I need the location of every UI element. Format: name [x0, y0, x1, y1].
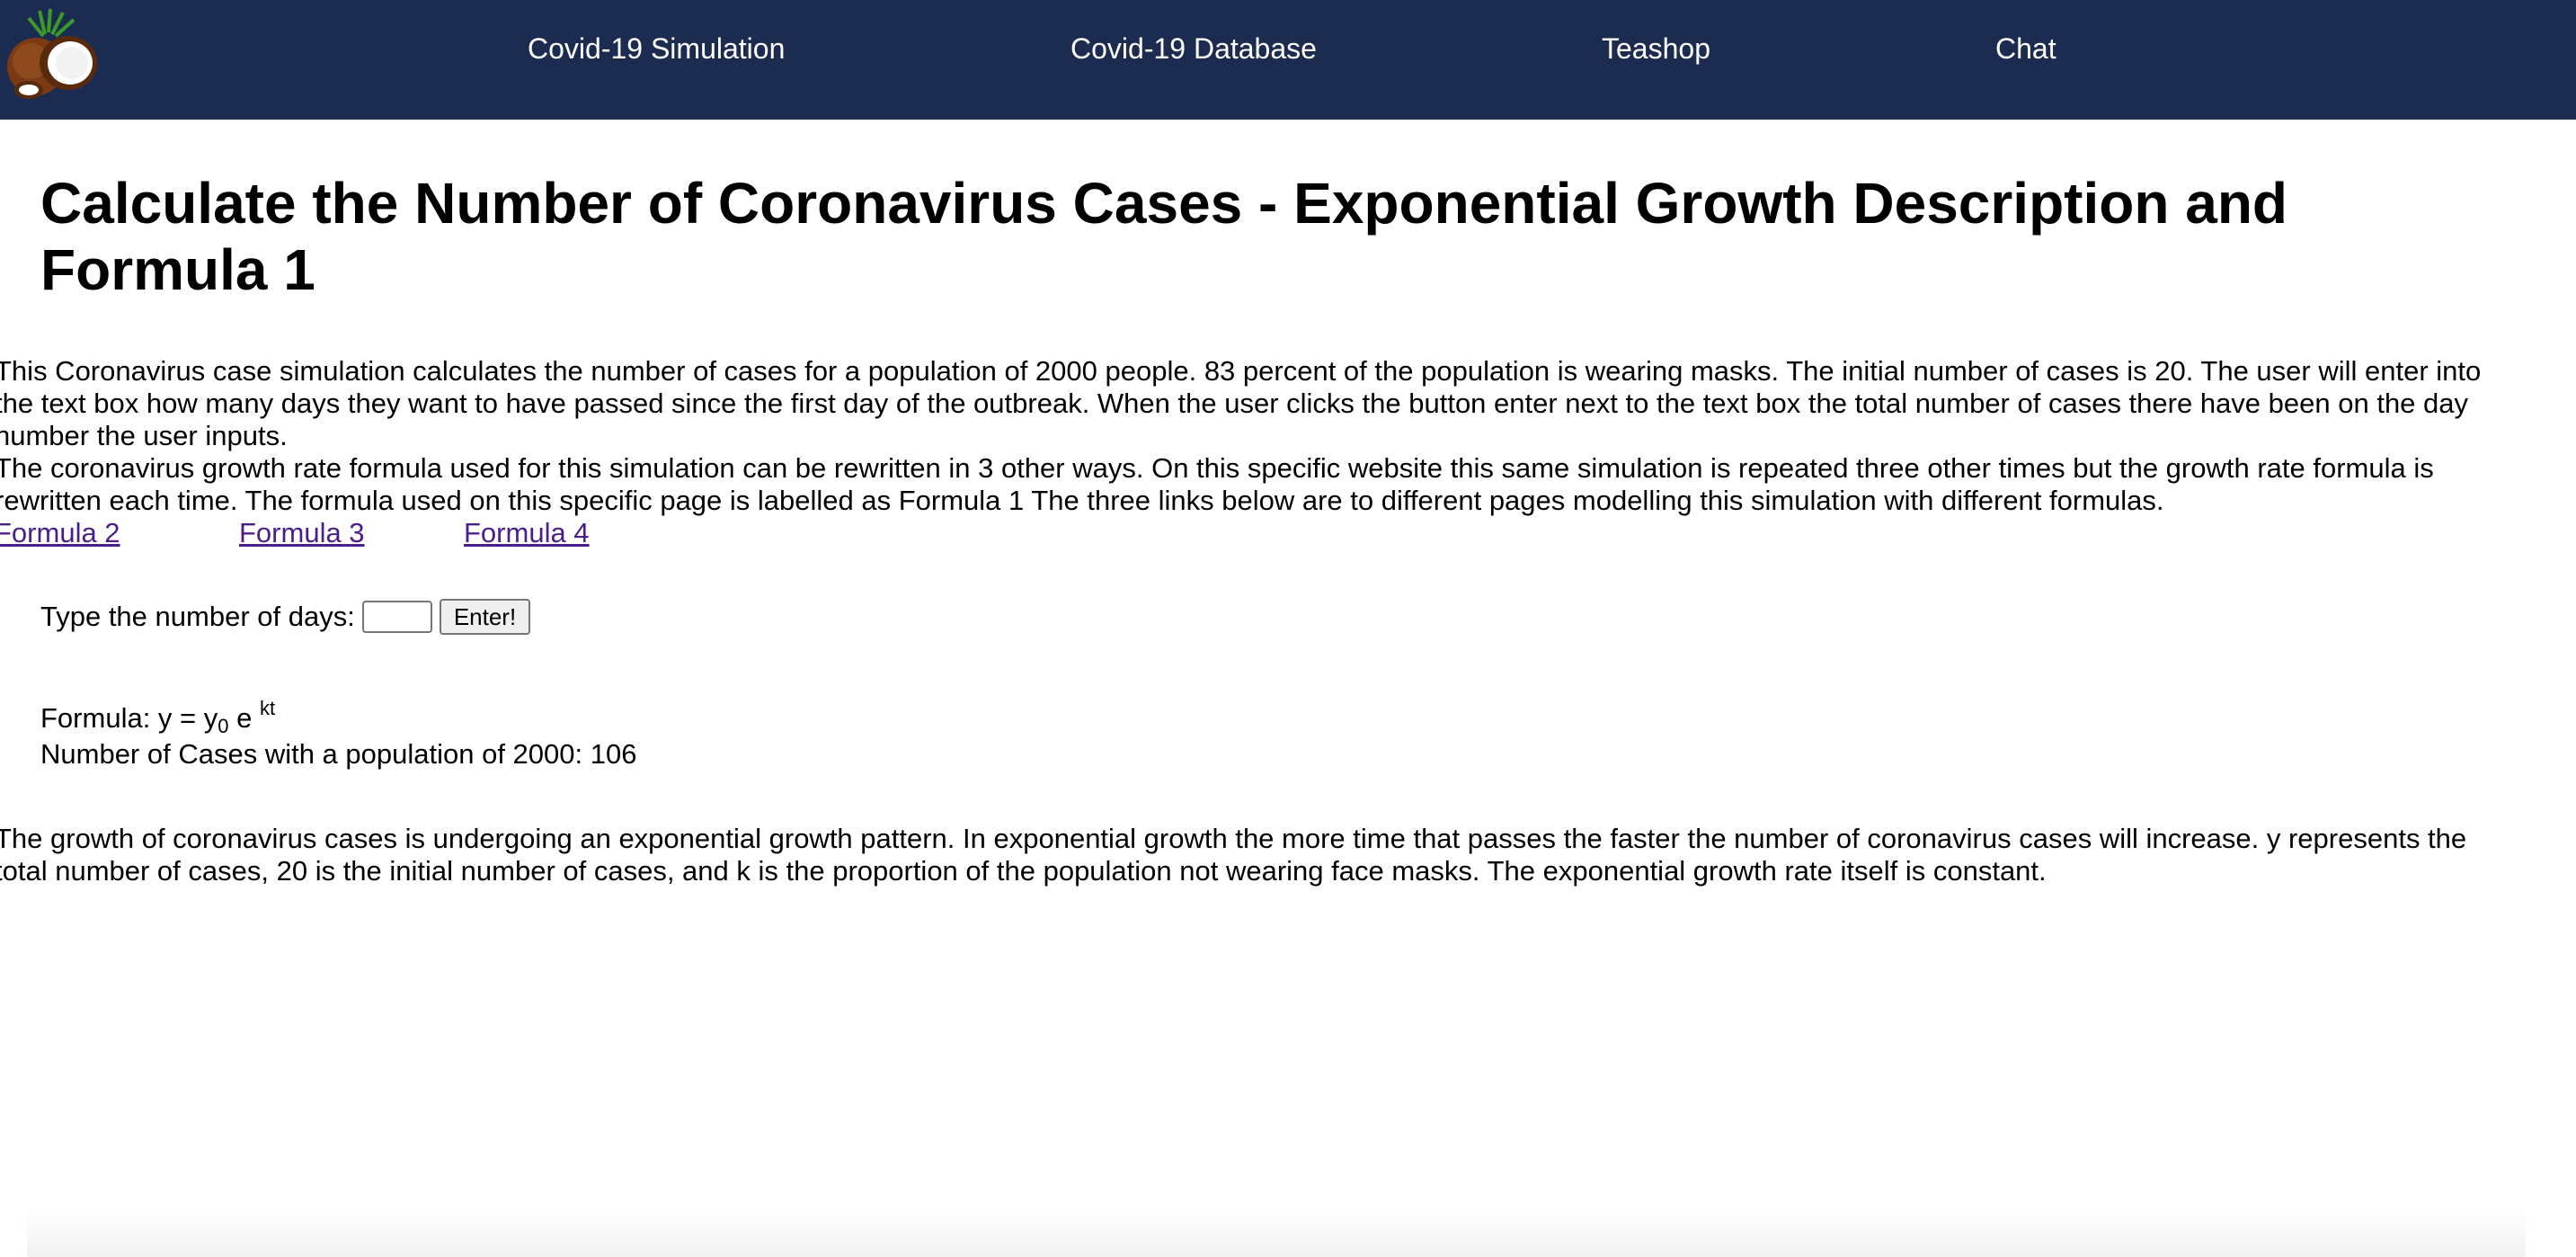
- intro-line-5: rewritten each time. The formula used on…: [0, 485, 2164, 516]
- page-title: Calculate the Number of Coronavirus Case…: [40, 171, 2287, 302]
- intro-line-3: number the user inputs.: [0, 420, 288, 451]
- formula-2-link[interactable]: Formula 2: [0, 517, 120, 549]
- formula-3-link[interactable]: Formula 3: [239, 517, 365, 549]
- nav-covid-database[interactable]: Covid-19 Database: [1070, 32, 1317, 66]
- main-content: Calculate the Number of Coronavirus Case…: [0, 120, 2576, 1257]
- nav-covid-simulation[interactable]: Covid-19 Simulation: [528, 32, 785, 66]
- nav-chat[interactable]: Chat: [1995, 32, 2056, 66]
- nav-teashop[interactable]: Teashop: [1602, 32, 1710, 66]
- intro-line-4: The coronavirus growth rate formula used…: [0, 452, 2434, 484]
- top-navbar: Covid-19 Simulation Covid-19 Database Te…: [0, 0, 2576, 120]
- cases-result: Number of Cases with a population of 200…: [40, 738, 637, 770]
- bottom-shadow: [27, 1209, 2526, 1257]
- explanation-line-1: The growth of coronavirus cases is under…: [0, 823, 2467, 854]
- formula-superscript: kt: [259, 697, 276, 719]
- days-input[interactable]: [361, 601, 432, 633]
- formula-prefix: Formula: y = y: [40, 702, 218, 734]
- explanation-line-2: total number of cases, 20 is the initial…: [0, 855, 2047, 887]
- formula-4-link[interactable]: Formula 4: [464, 517, 590, 549]
- formula-subscript: 0: [218, 715, 229, 737]
- enter-button[interactable]: Enter!: [439, 599, 531, 635]
- formula-text: Formula: y = y0 e kt: [40, 692, 275, 743]
- days-form: Type the number of days: Enter!: [40, 599, 531, 635]
- coconut-logo-icon[interactable]: [4, 7, 101, 101]
- intro-line-2: the text box how many days they want to …: [0, 388, 2469, 419]
- formula-middle: e: [228, 702, 260, 734]
- intro-line-1: This Coronavirus case simulation calcula…: [0, 355, 2482, 387]
- days-prompt-label: Type the number of days:: [40, 601, 355, 632]
